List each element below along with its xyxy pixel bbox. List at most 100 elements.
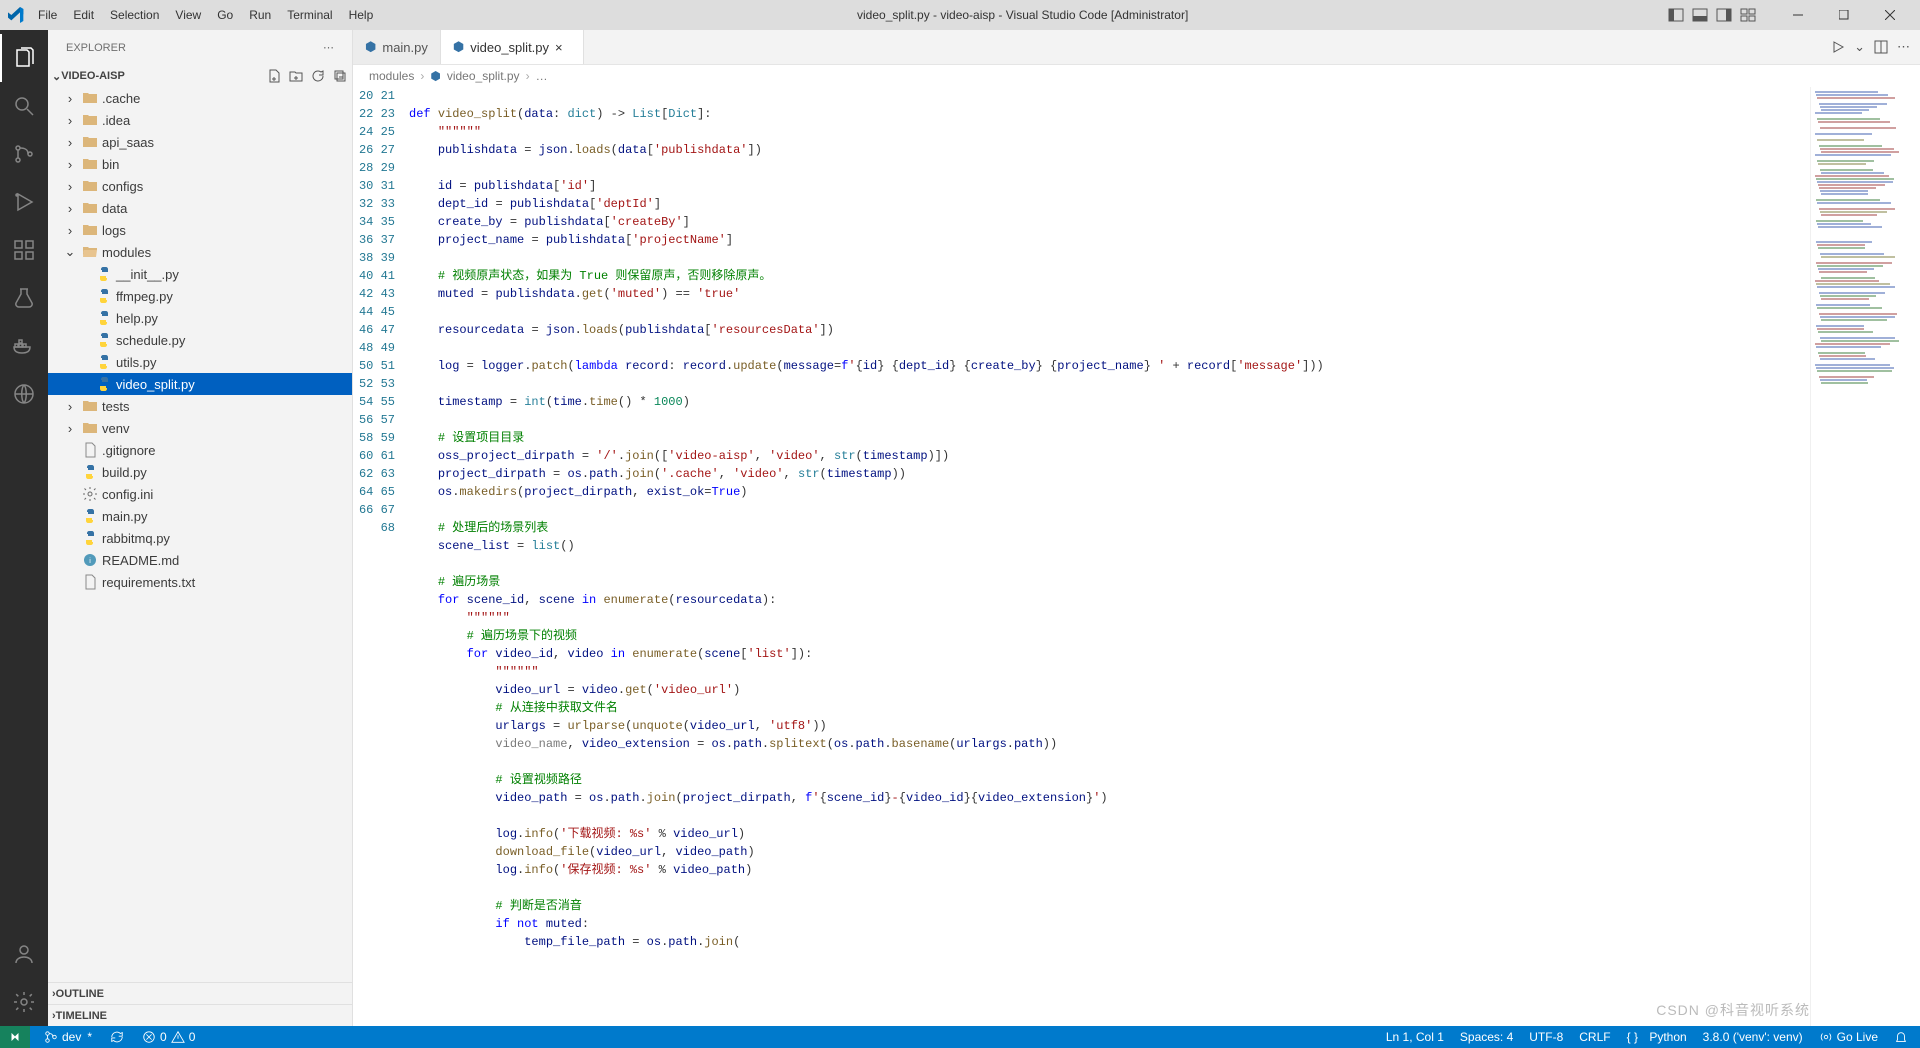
tab-main-py[interactable]: ⬢ main.py <box>353 30 441 64</box>
file-item[interactable]: utils.py <box>48 351 352 373</box>
new-file-icon[interactable] <box>266 68 282 84</box>
editor-tabs: ⬢ main.py ⬢ video_split.py × ⌄ ⋯ <box>353 30 1920 65</box>
activity-docker-icon[interactable] <box>0 322 48 370</box>
menu-run[interactable]: Run <box>243 4 277 26</box>
activity-testing-icon[interactable] <box>0 274 48 322</box>
menu-view[interactable]: View <box>169 4 207 26</box>
folder-icon <box>82 134 98 150</box>
more-actions-icon[interactable]: ⋯ <box>1897 39 1910 55</box>
layout-toggle-panel-icon[interactable] <box>1690 5 1710 25</box>
file-item[interactable]: help.py <box>48 307 352 329</box>
status-encoding[interactable]: UTF-8 <box>1525 1030 1567 1044</box>
breadcrumb[interactable]: modules › ⬢ video_split.py › … <box>353 65 1920 87</box>
menu-go[interactable]: Go <box>211 4 239 26</box>
menu-selection[interactable]: Selection <box>104 4 165 26</box>
status-interpreter[interactable]: 3.8.0 ('venv': venv) <box>1699 1030 1807 1044</box>
run-icon[interactable] <box>1830 39 1846 55</box>
layout-customize-icon[interactable] <box>1738 5 1758 25</box>
folder-icon <box>82 200 98 216</box>
tree-label: video_split.py <box>116 377 195 392</box>
tree-label: help.py <box>116 311 158 326</box>
tab-video-split-py[interactable]: ⬢ video_split.py × <box>441 30 584 64</box>
outline-section[interactable]: ›OUTLINE <box>48 982 352 1004</box>
sidebar-more-icon[interactable]: ⋯ <box>323 41 334 54</box>
new-folder-icon[interactable] <box>288 68 304 84</box>
file-item[interactable]: main.py <box>48 505 352 527</box>
code-content[interactable]: def video_split(data: dict) -> List[Dict… <box>409 87 1810 1026</box>
tree-label: main.py <box>102 509 148 524</box>
breadcrumb-item[interactable]: video_split.py <box>447 69 520 83</box>
split-editor-icon[interactable] <box>1873 39 1889 55</box>
chevron-right-icon: › <box>62 421 78 436</box>
status-spaces[interactable]: Spaces: 4 <box>1456 1030 1517 1044</box>
folder-item[interactable]: ›.idea <box>48 109 352 131</box>
activity-settings-icon[interactable] <box>0 978 48 1026</box>
activity-scm-icon[interactable] <box>0 130 48 178</box>
status-notifications-icon[interactable] <box>1890 1030 1912 1044</box>
tree-label: .idea <box>102 113 130 128</box>
folder-item[interactable]: ›venv <box>48 417 352 439</box>
file-item[interactable]: .gitignore <box>48 439 352 461</box>
minimap[interactable] <box>1810 87 1920 1026</box>
menu-file[interactable]: File <box>32 4 63 26</box>
folder-item[interactable]: ›logs <box>48 219 352 241</box>
folder-icon <box>82 222 98 238</box>
folder-icon <box>82 178 98 194</box>
explorer-project-section[interactable]: ⌄ VIDEO-AISP <box>48 65 352 87</box>
folder-item[interactable]: ›.cache <box>48 87 352 109</box>
file-item[interactable]: schedule.py <box>48 329 352 351</box>
file-tree[interactable]: ›.cache›.idea›api_saas›bin›configs›data›… <box>48 87 352 982</box>
folder-item[interactable]: ⌄modules <box>48 241 352 263</box>
status-lang[interactable]: { } Python <box>1623 1030 1691 1044</box>
chevron-right-icon: › <box>62 157 78 172</box>
remote-indicator[interactable] <box>0 1026 30 1048</box>
warning-count: 0 <box>189 1030 196 1044</box>
layout-toggle-primary-icon[interactable] <box>1666 5 1686 25</box>
status-cursor[interactable]: Ln 1, Col 1 <box>1382 1030 1448 1044</box>
breadcrumb-item[interactable]: modules <box>369 69 414 83</box>
folder-item[interactable]: ›data <box>48 197 352 219</box>
file-item[interactable]: rabbitmq.py <box>48 527 352 549</box>
menu-help[interactable]: Help <box>343 4 380 26</box>
close-icon[interactable]: × <box>555 40 571 55</box>
folder-item[interactable]: ›bin <box>48 153 352 175</box>
file-item[interactable]: build.py <box>48 461 352 483</box>
activity-remote-icon[interactable] <box>0 370 48 418</box>
editor[interactable]: 20 21 22 23 24 25 26 27 28 29 30 31 32 3… <box>353 87 1920 1026</box>
py-icon <box>96 332 112 348</box>
layout-toggle-secondary-icon[interactable] <box>1714 5 1734 25</box>
file-item[interactable]: ffmpeg.py <box>48 285 352 307</box>
status-golive[interactable]: Go Live <box>1815 1030 1882 1044</box>
folder-item[interactable]: ›api_saas <box>48 131 352 153</box>
minimize-button[interactable] <box>1776 0 1820 30</box>
chevron-right-icon: › <box>62 399 78 414</box>
file-item[interactable]: video_split.py <box>48 373 352 395</box>
file-item[interactable]: iREADME.md <box>48 549 352 571</box>
menu-terminal[interactable]: Terminal <box>281 4 338 26</box>
close-button[interactable] <box>1868 0 1912 30</box>
run-dropdown-icon[interactable]: ⌄ <box>1854 39 1865 55</box>
python-icon: ⬢ <box>430 69 440 83</box>
menu-edit[interactable]: Edit <box>67 4 100 26</box>
maximize-button[interactable] <box>1822 0 1866 30</box>
activity-account-icon[interactable] <box>0 930 48 978</box>
timeline-section[interactable]: ›TIMELINE <box>48 1004 352 1026</box>
breadcrumb-item[interactable]: … <box>536 69 548 83</box>
activity-search-icon[interactable] <box>0 82 48 130</box>
activity-extensions-icon[interactable] <box>0 226 48 274</box>
status-branch[interactable]: dev * <box>40 1030 96 1044</box>
collapse-all-icon[interactable] <box>332 68 348 84</box>
activity-debug-icon[interactable] <box>0 178 48 226</box>
file-item[interactable]: __init__.py <box>48 263 352 285</box>
folder-item[interactable]: ›configs <box>48 175 352 197</box>
tree-label: schedule.py <box>116 333 185 348</box>
file-item[interactable]: requirements.txt <box>48 571 352 593</box>
status-sync[interactable] <box>106 1030 128 1044</box>
status-eol[interactable]: CRLF <box>1575 1030 1614 1044</box>
python-icon: ⬢ <box>453 39 464 55</box>
status-problems[interactable]: 0 0 <box>138 1030 199 1044</box>
activity-explorer-icon[interactable] <box>0 34 48 82</box>
folder-item[interactable]: ›tests <box>48 395 352 417</box>
file-item[interactable]: config.ini <box>48 483 352 505</box>
refresh-icon[interactable] <box>310 68 326 84</box>
